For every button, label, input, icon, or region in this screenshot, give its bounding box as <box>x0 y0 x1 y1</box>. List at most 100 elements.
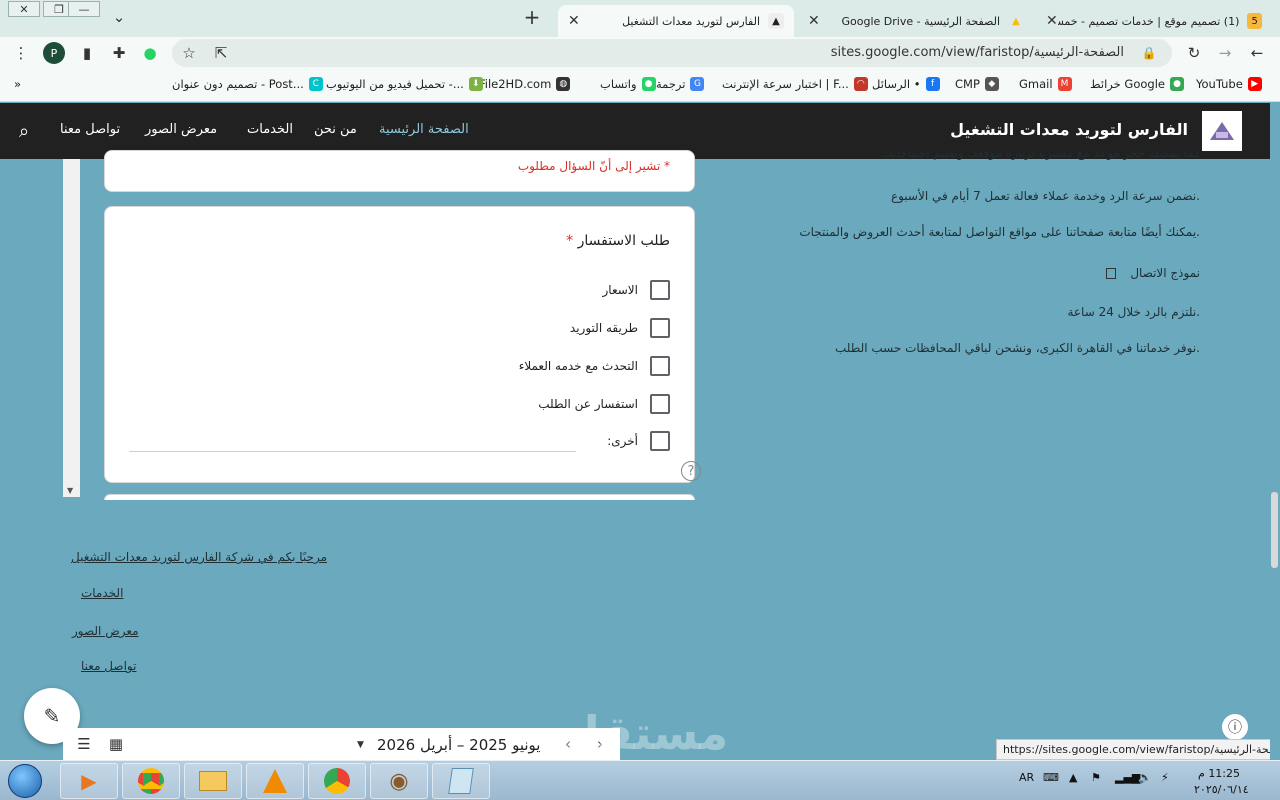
bookmark-google-maps[interactable]: خرائط Google ● <box>1090 77 1184 91</box>
eye-icon: ◉ <box>389 768 409 794</box>
checkbox[interactable] <box>650 356 670 376</box>
list-view-icon[interactable]: ☰ <box>73 733 95 755</box>
taskbar-notepad[interactable] <box>432 763 490 799</box>
chrome-icon <box>324 768 350 794</box>
other-text-input[interactable] <box>129 451 576 452</box>
range-dropdown-icon[interactable]: ▼ <box>357 740 364 750</box>
bookmark-canva[interactable]: تصميم دون عنوان - Post... C <box>172 77 323 91</box>
more-menu-icon[interactable]: ⋮ <box>10 42 32 64</box>
back-icon[interactable]: ← <box>1246 42 1268 64</box>
search-icon[interactable]: ⌕ <box>13 120 35 142</box>
tab-faris-site[interactable]: ▲ الفارس لتوريد معدات التشغيل ✕ <box>558 5 794 37</box>
network-signal-icon[interactable]: ▂▄▆ <box>1115 771 1140 784</box>
footer-link-welcome[interactable]: مرحبًا بكم في شركة الفارس لتوريد معدات ا… <box>71 550 327 564</box>
show-hidden-icons[interactable]: ▲ <box>1069 771 1077 784</box>
google-translate-icon: G <box>690 77 705 91</box>
bookmark-speedtest[interactable]: اختبار سرعة الإنترنت | F... ◠ <box>722 77 868 91</box>
forward-icon[interactable]: → <box>1214 42 1236 64</box>
nav-about[interactable]: من نحن <box>314 122 357 137</box>
facebook-icon: f <box>925 77 940 91</box>
volume-icon[interactable]: 🔈 <box>1138 771 1152 784</box>
close-tab-icon[interactable]: ✕ <box>808 13 820 29</box>
taskbar-eye-app[interactable]: ◉ <box>370 763 428 799</box>
bookmark-whatsapp[interactable]: واتساب ● <box>600 77 656 91</box>
taskbar-chrome-1[interactable] <box>122 763 180 799</box>
option-prices[interactable]: الاسعار <box>603 279 670 301</box>
notepad-icon <box>448 768 474 794</box>
calendar-icon[interactable]: ▦ <box>105 733 127 755</box>
close-window-button[interactable]: ✕ <box>8 1 40 17</box>
bookmark-gmail[interactable]: Gmail M <box>1019 77 1072 91</box>
bookmark-cmp[interactable]: CMP ◆ <box>955 77 999 91</box>
checkbox[interactable] <box>650 318 670 338</box>
close-tab-icon[interactable]: ✕ <box>568 13 580 29</box>
whatsapp-extension-icon[interactable]: ● <box>139 42 161 64</box>
tab-title: (1) تصميم موقع | خدمات تصميم - خمسات <box>1057 14 1240 28</box>
option-supply-method[interactable]: طريقه التوريد <box>570 317 670 339</box>
footer-link-services[interactable]: الخدمات <box>81 586 123 600</box>
taskbar-explorer[interactable] <box>184 763 242 799</box>
watermark-logo: مستقل <box>560 706 729 760</box>
extensions-icon[interactable]: ✚ <box>108 42 130 64</box>
minimize-window-button[interactable]: — <box>68 1 100 17</box>
more-bookmarks-icon[interactable]: » <box>14 77 21 91</box>
language-indicator[interactable]: AR <box>1019 771 1034 784</box>
option-customer-service[interactable]: التحدث مع خدمه العملاء <box>519 355 670 377</box>
form-icon <box>1106 267 1117 279</box>
page-scrollbar-thumb[interactable] <box>1271 492 1278 568</box>
checkbox[interactable] <box>650 280 670 300</box>
clock-time[interactable]: 11:25 م <box>1198 767 1240 780</box>
action-center-flag-icon[interactable]: ⚑ <box>1091 771 1101 784</box>
footer-link-contact[interactable]: تواصل معنا <box>81 659 136 673</box>
checkbox[interactable] <box>650 431 670 451</box>
site-title[interactable]: الفارس لتوريد معدات التشغيل <box>950 120 1188 139</box>
checkbox[interactable] <box>650 394 670 414</box>
bookmark-messages[interactable]: الرسائل • f <box>872 77 940 91</box>
nav-services[interactable]: الخدمات <box>247 122 293 137</box>
footer-link-gallery[interactable]: معرض الصور <box>72 624 139 638</box>
side-panel-icon[interactable]: ▮ <box>76 42 98 64</box>
close-tab-icon[interactable]: ✕ <box>1046 13 1058 29</box>
tab-google-drive[interactable]: ▲ الصفحة الرئيسية - Google Drive ✕ <box>798 5 1034 37</box>
bookmark-star-icon[interactable]: ☆ <box>178 42 200 64</box>
clock-date[interactable]: ٢٠٢٥/٠٦/١٤ <box>1194 783 1249 796</box>
omnibox[interactable]: ☆ ⇱ sites.google.com/view/faristop/الصفح… <box>172 39 1172 67</box>
taskbar-chrome-2[interactable] <box>308 763 366 799</box>
new-tab-button[interactable]: + <box>521 5 543 29</box>
tab-khamsat[interactable]: 5 (1) تصميم موقع | خدمات تصميم - خمسات ✕ <box>1036 5 1272 37</box>
nav-contact[interactable]: تواصل معنا <box>60 122 120 137</box>
media-player-icon: ▶ <box>81 769 97 793</box>
tab-search-chevron-icon[interactable]: ⌄ <box>108 6 130 28</box>
power-icon[interactable]: ⚡ <box>1161 771 1169 784</box>
nav-home[interactable]: الصفحة الرئيسية <box>379 122 469 137</box>
keyboard-icon[interactable]: ⌨ <box>1043 771 1059 784</box>
start-button[interactable] <box>2 762 48 800</box>
reload-icon[interactable]: ↻ <box>1183 42 1205 64</box>
form-scrollbar[interactable]: ▼ <box>63 159 80 497</box>
bookmark-youtube-download[interactable]: تحميل فيديو من اليوتيوب -... ⬇ <box>326 77 483 91</box>
globe-icon: ◍ <box>556 77 571 91</box>
profile-avatar[interactable]: P <box>43 42 65 64</box>
taskbar-vlc[interactable] <box>246 763 304 799</box>
option-other[interactable]: أخرى: <box>607 430 670 452</box>
bookmark-file2hd[interactable]: File2HD.com ◍ <box>479 77 571 91</box>
date-range[interactable]: يونيو 2025 – أبريل 2026 <box>377 736 541 754</box>
khamsat-icon: 5 <box>1247 13 1262 29</box>
url-text[interactable]: sites.google.com/view/faristop/الصفحة-ال… <box>831 45 1124 60</box>
scroll-down-arrow-icon[interactable]: ▼ <box>67 486 73 495</box>
contact-form-row: نموذج الاتصال <box>1106 266 1200 280</box>
calendar-bar: ☰ ▦ ▼ يونيو 2025 – أبريل 2026 ‹ › <box>63 728 620 760</box>
folder-icon <box>199 771 227 791</box>
nav-gallery[interactable]: معرض الصور <box>145 122 217 137</box>
bookmark-translate[interactable]: ترجمة G <box>656 77 705 91</box>
page-scrollbar[interactable] <box>1270 103 1280 760</box>
info-icon[interactable]: ⓘ <box>1222 714 1248 740</box>
taskbar-media-player[interactable]: ▶ <box>60 763 118 799</box>
help-icon[interactable]: ? <box>681 461 701 481</box>
site-info-icon[interactable]: 🔒 <box>1138 42 1160 64</box>
site-logo[interactable] <box>1202 111 1242 151</box>
option-order-inquiry[interactable]: استفسار عن الطلب <box>538 393 670 415</box>
share-icon[interactable]: ⇱ <box>210 42 232 64</box>
bookmark-youtube[interactable]: YouTube ▶ <box>1196 77 1262 91</box>
windows-logo-icon <box>8 764 42 798</box>
